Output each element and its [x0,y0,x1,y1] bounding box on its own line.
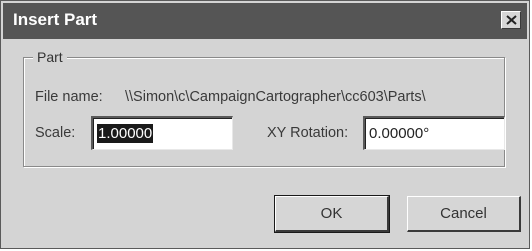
xy-rotation-value: 0.00000° [369,125,430,142]
cancel-button[interactable]: Cancel [407,196,521,232]
part-groupbox [23,57,505,167]
close-icon [506,15,517,25]
scale-input[interactable]: 1.00000 [91,116,233,150]
part-group-label: Part [33,49,67,65]
title-bar[interactable]: Insert Part [3,3,527,39]
file-name-value: \\Simon\c\CampaignCartographer\cc603\Par… [125,89,426,105]
ok-button[interactable]: OK [274,195,390,233]
scale-value: 1.00000 [97,124,154,143]
xy-rotation-input[interactable]: 0.00000° [363,116,505,150]
insert-part-dialog: Insert Part Part File name: \\Simon\c\Ca… [0,0,530,249]
dialog-title: Insert Part [13,10,98,29]
xy-rotation-label: XY Rotation: [267,125,349,141]
scale-label: Scale: [35,125,76,141]
close-button[interactable] [501,11,521,29]
file-name-label: File name: [35,89,103,105]
